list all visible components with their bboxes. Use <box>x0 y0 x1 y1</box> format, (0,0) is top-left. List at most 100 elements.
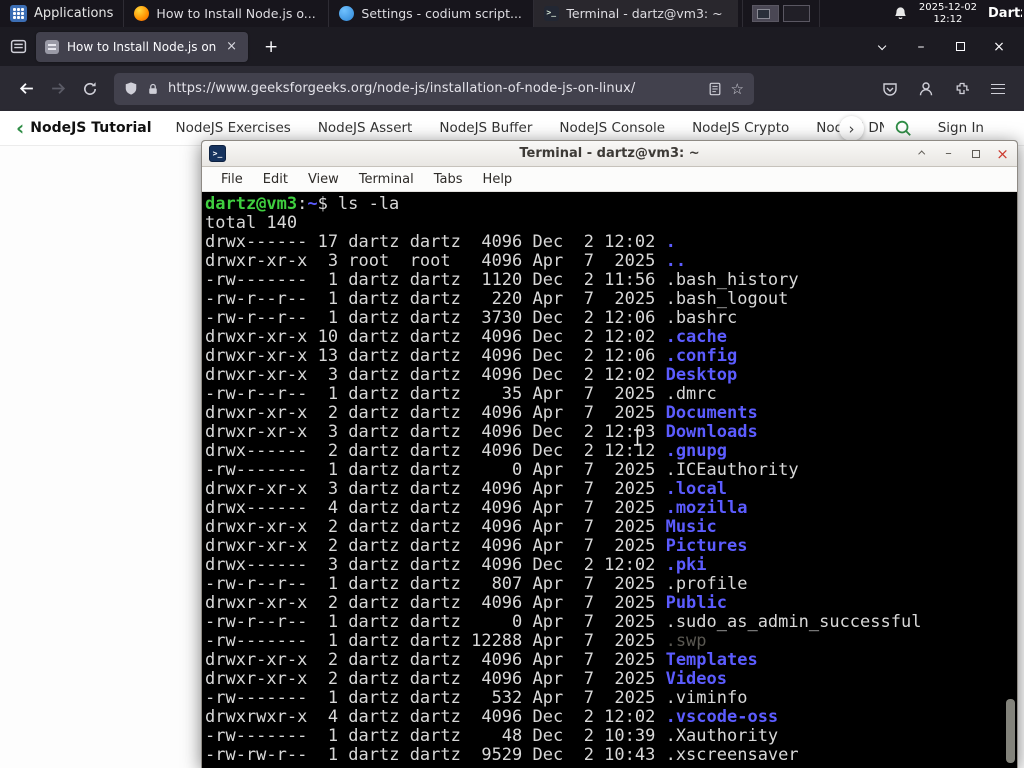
notification-bell-icon[interactable] <box>893 6 908 21</box>
terminal-output-line: drwxr-xr-x 2 dartz dartz 4096 Apr 7 2025… <box>205 517 717 537</box>
site-nav-item[interactable]: NodeJS Crypto <box>692 120 789 136</box>
terminal-menu-terminal[interactable]: Terminal <box>349 172 424 187</box>
pocket-icon[interactable] <box>874 74 906 104</box>
file-name: .bashrc <box>665 308 738 328</box>
back-button[interactable] <box>10 74 42 104</box>
file-name: . <box>665 232 676 252</box>
file-name: .bash_history <box>665 270 799 290</box>
taskbar-item[interactable]: Settings - codium script... <box>328 0 533 27</box>
site-nav-item[interactable]: NodeJS Buffer <box>439 120 532 136</box>
file-name: Documents <box>665 403 758 423</box>
new-tab-button[interactable]: + <box>257 37 285 57</box>
tab-favicon <box>45 39 59 54</box>
site-nav-item[interactable]: NodeJS Exercises <box>176 120 291 136</box>
workspace-2[interactable] <box>783 5 811 22</box>
browser-minimize-button[interactable]: – <box>906 34 936 60</box>
terminal-close-button[interactable]: × <box>995 145 1010 163</box>
terminal-output-line: drwx------ 2 dartz dartz 4096 Dec 2 12:1… <box>205 441 727 461</box>
url-bar[interactable]: https://www.geeksforgeeks.org/node-js/in… <box>114 72 754 105</box>
clock-date: 2025-12-02 <box>918 1 977 13</box>
terminal-output-line: -rw------- 1 dartz dartz 12288 Apr 7 202… <box>205 631 707 651</box>
terminal-content[interactable]: dartz@vm3:~$ ls -la total 140 drwx------ … <box>202 192 1017 768</box>
browser-tab[interactable]: How to Install Node.js on... × <box>36 31 248 62</box>
prompt-user-host: dartz@vm3 <box>205 194 298 214</box>
terminal-scrollbar-thumb[interactable] <box>1006 699 1015 763</box>
file-name: .local <box>665 479 727 499</box>
site-nav-item[interactable]: NodeJS Assert <box>318 120 413 136</box>
terminal-maximize-button[interactable] <box>968 146 983 162</box>
reload-button[interactable] <box>74 74 106 104</box>
clock-time: 12:12 <box>933 13 963 25</box>
tracking-protection-shield-icon[interactable] <box>124 81 138 96</box>
browser-toolbar: https://www.geeksforgeeks.org/node-js/in… <box>0 66 1024 111</box>
account-icon[interactable] <box>910 74 942 104</box>
terminal-output-line: drwxr-xr-x 2 dartz dartz 4096 Apr 7 2025… <box>205 536 748 556</box>
firefox-view-icon[interactable] <box>10 38 27 55</box>
terminal-title-bar[interactable]: >_ Terminal - dartz@vm3: ~ – × <box>202 141 1017 167</box>
file-name: .profile <box>665 574 748 594</box>
sign-in-link[interactable]: Sign In <box>938 120 984 136</box>
terminal-output-line: drwxr-xr-x 3 dartz dartz 4096 Dec 2 12:0… <box>205 422 758 442</box>
site-nav-items: NodeJS Exercises NodeJS Assert NodeJS Buff… <box>176 120 884 136</box>
list-all-tabs-button[interactable] <box>867 34 897 60</box>
lock-icon[interactable] <box>147 82 159 96</box>
bookmark-star-icon[interactable]: ☆ <box>731 80 744 98</box>
file-name: Downloads <box>665 422 758 442</box>
site-search-icon[interactable] <box>894 119 912 137</box>
file-name: .config <box>665 346 738 366</box>
user-menu[interactable]: Dartz <box>988 6 1022 21</box>
file-name: Templates <box>665 650 758 670</box>
file-name: .dmrc <box>665 384 717 404</box>
forward-button[interactable] <box>42 74 74 104</box>
terminal-shade-button[interactable] <box>914 146 929 162</box>
site-nav-active-item[interactable]: ‹ NodeJS Tutorial <box>16 118 152 138</box>
terminal-output-line: drwxr-xr-x 3 root root 4096 Apr 7 2025 .… <box>205 251 687 271</box>
extensions-icon[interactable] <box>946 74 978 104</box>
terminal-output-line: drwxr-xr-x 2 dartz dartz 4096 Apr 7 2025… <box>205 593 727 613</box>
terminal-output-line: drwx------ 3 dartz dartz 4096 Dec 2 12:0… <box>205 555 707 575</box>
url-text: https://www.geeksforgeeks.org/node-js/in… <box>168 81 636 96</box>
terminal-output-line: -rw------- 1 dartz dartz 1120 Dec 2 11:5… <box>205 270 799 290</box>
panel-clock[interactable]: 2025-12-02 12:12 <box>919 2 977 26</box>
terminal-output-line: drwx------ 17 dartz dartz 4096 Dec 2 12:… <box>205 232 676 252</box>
nav-scroll-right-button[interactable]: › <box>839 116 864 141</box>
file-name: .. <box>665 251 687 271</box>
applications-menu[interactable]: Applications <box>0 0 123 27</box>
file-name: .mozilla <box>665 498 748 518</box>
terminal-output-line: -rw-r--r-- 1 dartz dartz 220 Apr 7 2025 … <box>205 289 789 309</box>
terminal-menu-file[interactable]: File <box>211 172 253 187</box>
browser-maximize-button[interactable] <box>945 34 975 60</box>
menu-icon[interactable] <box>982 74 1014 104</box>
terminal-menu-help[interactable]: Help <box>473 172 523 187</box>
file-name: .sudo_as_admin_successful <box>665 612 922 632</box>
prompt-path: ~ <box>307 194 318 214</box>
site-nav-item[interactable]: NodeJS Console <box>559 120 665 136</box>
panel-status-area: 2025-12-02 12:12 Dartz <box>893 0 1024 27</box>
tab-close-icon[interactable]: × <box>224 39 239 54</box>
terminal-window: >_ Terminal - dartz@vm3: ~ – × File Edit V… <box>201 140 1018 768</box>
applications-label: Applications <box>34 6 114 21</box>
taskbar-item[interactable]: Terminal - dartz@vm3: ~ <box>533 0 739 27</box>
settings-icon <box>339 6 355 21</box>
terminal-output-line: -rw-r--r-- 1 dartz dartz 0 Apr 7 2025 .s… <box>205 612 922 632</box>
file-name: .cache <box>665 327 727 347</box>
terminal-menu-view[interactable]: View <box>298 172 349 187</box>
terminal-output-line: drwxr-xr-x 10 dartz dartz 4096 Dec 2 12:… <box>205 327 727 347</box>
terminal-output-line: drwxr-xr-x 2 dartz dartz 4096 Apr 7 2025… <box>205 650 758 670</box>
terminal-menu-edit[interactable]: Edit <box>253 172 298 187</box>
terminal-output-line: -rw-r--r-- 1 dartz dartz 807 Apr 7 2025 … <box>205 574 748 594</box>
terminal-output-line: drwxr-xr-x 3 dartz dartz 4096 Dec 2 12:0… <box>205 365 738 385</box>
browser-tab-bar: How to Install Node.js on... × + – × <box>0 27 1024 66</box>
browser-close-button[interactable]: × <box>984 34 1014 60</box>
file-name: Videos <box>665 669 727 689</box>
taskbar-item-title: Settings - codium script... <box>361 6 522 21</box>
file-name: Music <box>665 517 717 537</box>
terminal-output-line: drwxr-xr-x 13 dartz dartz 4096 Dec 2 12:… <box>205 346 738 366</box>
terminal-menu-tabs[interactable]: Tabs <box>424 172 473 187</box>
terminal-output-line: drwxr-xr-x 2 dartz dartz 4096 Apr 7 2025… <box>205 403 758 423</box>
terminal-title: Terminal - dartz@vm3: ~ <box>519 146 700 161</box>
workspace-1[interactable] <box>752 5 780 22</box>
reader-mode-icon[interactable] <box>708 82 722 96</box>
terminal-minimize-button[interactable]: – <box>941 146 956 162</box>
taskbar-item[interactable]: How to Install Node.js o... <box>123 0 328 27</box>
